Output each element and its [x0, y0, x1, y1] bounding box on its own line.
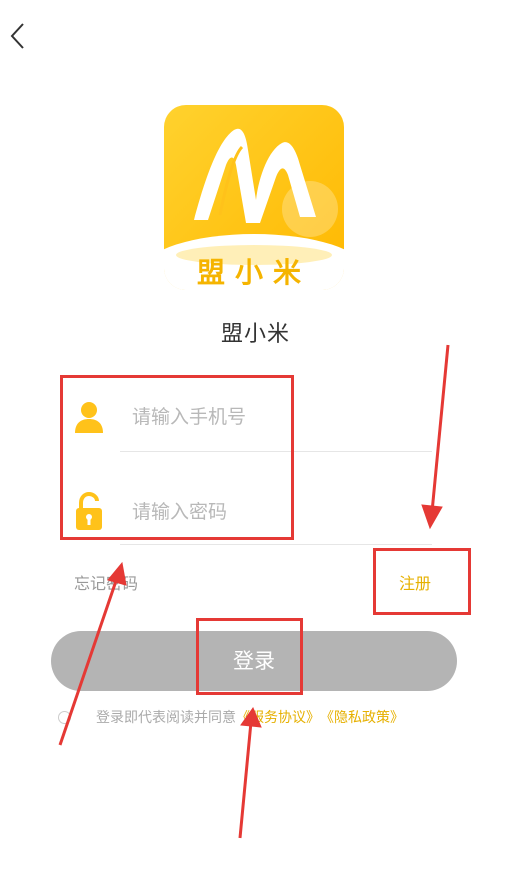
app-name: 盟小米 — [220, 322, 290, 347]
back-button[interactable] — [4, 20, 34, 54]
forgot-password-link[interactable]: 忘记密码 — [74, 570, 138, 594]
agreement-row: 登录即代表阅读并同意 《服务协议》 《隐私政策》 — [58, 706, 404, 728]
privacy-policy-link[interactable]: 《隐私政策》 — [320, 707, 404, 727]
app-logo: 盟小米 — [164, 105, 344, 290]
service-agreement-link[interactable]: 《服务协议》 — [236, 707, 320, 727]
password-divider — [120, 544, 432, 545]
agreement-text: 登录即代表阅读并同意 — [96, 710, 236, 726]
login-screen: 盟小米 盟小米 忘记密码 注册 登录 登录即代 — [0, 0, 511, 891]
agreement-radio[interactable] — [58, 710, 71, 724]
annotation-arrow-login — [238, 721, 253, 839]
annotation-box-register — [373, 548, 471, 615]
chevron-left-icon — [10, 23, 24, 49]
annotation-box-inputs — [60, 375, 294, 540]
annotation-arrow-register — [430, 344, 450, 513]
annotation-box-login — [196, 618, 303, 695]
logo-badge-text: 盟小米 — [196, 256, 311, 289]
